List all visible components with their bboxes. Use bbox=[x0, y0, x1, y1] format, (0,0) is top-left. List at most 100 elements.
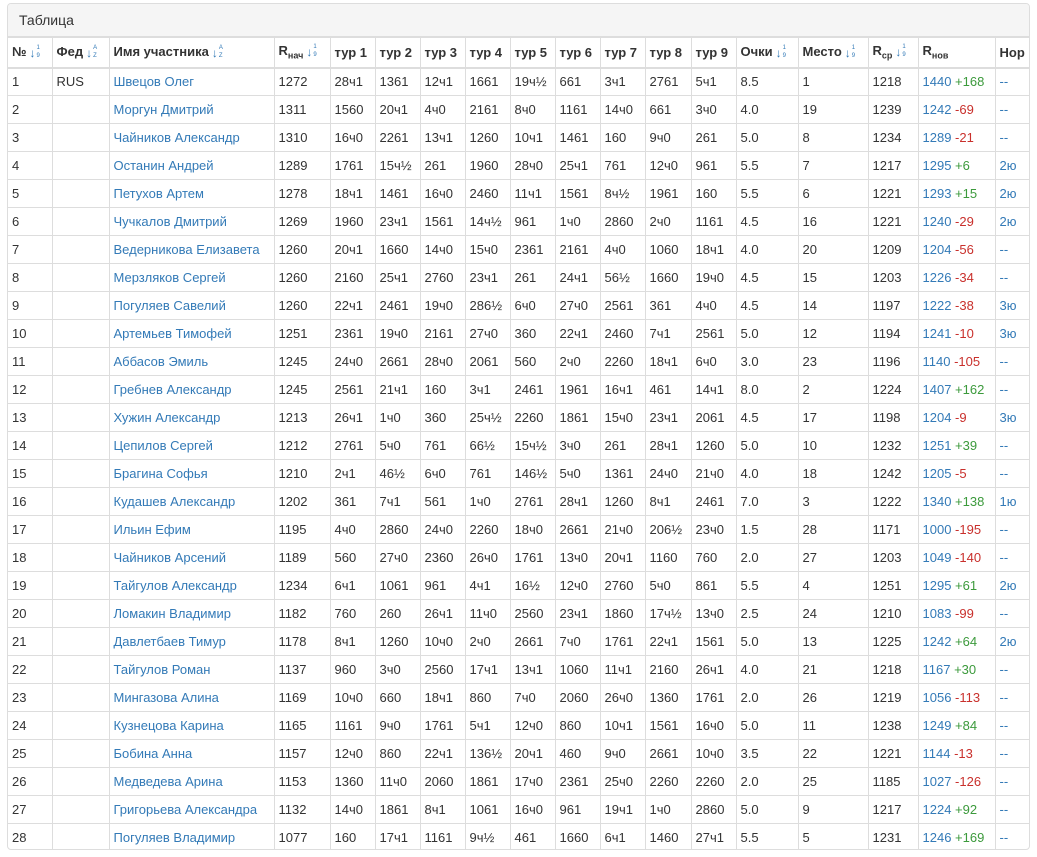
rating-new-value[interactable]: 1340 bbox=[923, 494, 952, 509]
rating-new-value[interactable]: 1027 bbox=[923, 774, 952, 789]
norm-link[interactable]: 1ю bbox=[1000, 494, 1017, 509]
column-header-ravg[interactable]: Rср ↓ 1 9 bbox=[867, 37, 919, 69]
rating-new-value[interactable]: 1000 bbox=[923, 522, 952, 537]
rating-new-value[interactable]: 1242 bbox=[923, 102, 952, 117]
norm-link[interactable]: -- bbox=[1000, 102, 1009, 117]
cell-player-name-link[interactable]: Ведерникова Елизавета bbox=[114, 242, 260, 257]
norm-link[interactable]: 2ю bbox=[1000, 214, 1017, 229]
norm-link[interactable]: -- bbox=[1000, 382, 1009, 397]
norm-link[interactable]: -- bbox=[1000, 718, 1009, 733]
cell-player-name-link[interactable]: Петухов Артем bbox=[114, 186, 204, 201]
cell-player-name-link[interactable]: Мингазова Алина bbox=[114, 690, 219, 705]
norm-link[interactable]: 3ю bbox=[1000, 410, 1017, 425]
cell-player-name-link[interactable]: Цепилов Сергей bbox=[114, 438, 213, 453]
rating-new-value[interactable]: 1251 bbox=[923, 438, 952, 453]
norm-link[interactable]: -- bbox=[1000, 830, 1009, 845]
norm-link[interactable]: -- bbox=[1000, 74, 1009, 89]
norm-link[interactable]: -- bbox=[1000, 270, 1009, 285]
rating-new-value[interactable]: 1240 bbox=[923, 214, 952, 229]
column-header-points[interactable]: Очки ↓ 1 9 bbox=[735, 37, 799, 69]
norm-link[interactable]: -- bbox=[1000, 606, 1009, 621]
rating-new-value[interactable]: 1204 bbox=[923, 242, 952, 257]
norm-link[interactable]: -- bbox=[1000, 746, 1009, 761]
rating-new-value[interactable]: 1056 bbox=[923, 690, 952, 705]
cell-player-name-link[interactable]: Гребнев Александр bbox=[114, 382, 232, 397]
norm-link[interactable]: 2ю bbox=[1000, 634, 1017, 649]
rating-new-value[interactable]: 1204 bbox=[923, 410, 952, 425]
rating-new-value[interactable]: 1226 bbox=[923, 270, 952, 285]
cell-player-name-link[interactable]: Медведева Арина bbox=[114, 774, 223, 789]
norm-link[interactable]: 2ю bbox=[1000, 186, 1017, 201]
rating-new-value[interactable]: 1140 bbox=[923, 354, 951, 369]
rating-new-value[interactable]: 1242 bbox=[923, 634, 952, 649]
cell-player-name-link[interactable]: Мерзляков Сергей bbox=[114, 270, 226, 285]
cell-player-name-link[interactable]: Чайников Арсений bbox=[114, 550, 227, 565]
cell-player-name-link[interactable]: Чайников Александр bbox=[114, 130, 240, 145]
norm-link[interactable]: -- bbox=[1000, 466, 1009, 481]
norm-link[interactable]: 2ю bbox=[1000, 578, 1017, 593]
norm-link[interactable]: -- bbox=[1000, 690, 1009, 705]
cell-player-name-link[interactable]: Тайгулов Александр bbox=[114, 578, 237, 593]
column-header-rstart[interactable]: Rнач ↓ 1 9 bbox=[273, 37, 331, 69]
cell-player-name-link[interactable]: Моргун Дмитрий bbox=[114, 102, 214, 117]
norm-link[interactable]: -- bbox=[1000, 438, 1009, 453]
cell-player-name-link[interactable]: Ломакин Владимир bbox=[114, 606, 231, 621]
sort-icon[interactable]: ↓ 1 9 bbox=[845, 45, 857, 60]
rating-new-value[interactable]: 1144 bbox=[923, 746, 951, 761]
column-header-name[interactable]: Имя участника ↓ A Z bbox=[108, 37, 275, 69]
cell-player-name-link[interactable]: Кузнецова Карина bbox=[114, 718, 224, 733]
sort-icon[interactable]: ↓ 1 9 bbox=[30, 45, 42, 60]
norm-link[interactable]: -- bbox=[1000, 522, 1009, 537]
cell-player-name-link[interactable]: Чучкалов Дмитрий bbox=[114, 214, 227, 229]
cell-player-name-link[interactable]: Швецов Олег bbox=[114, 74, 194, 89]
rating-delta: +61 bbox=[955, 578, 978, 593]
cell-player-name-link[interactable]: Григорьева Александра bbox=[114, 802, 258, 817]
rating-new-value[interactable]: 1083 bbox=[923, 606, 952, 621]
norm-link[interactable]: -- bbox=[1000, 802, 1009, 817]
rating-new-value[interactable]: 1249 bbox=[923, 718, 952, 733]
cell-player-name-link[interactable]: Бобина Анна bbox=[114, 746, 193, 761]
norm-link[interactable]: -- bbox=[1000, 550, 1009, 565]
cell-player-name-link[interactable]: Тайгулов Роман bbox=[114, 662, 211, 677]
cell-player-name-link[interactable]: Погуляев Владимир bbox=[114, 830, 236, 845]
rating-new-value[interactable]: 1289 bbox=[923, 130, 952, 145]
cell-player-name-link[interactable]: Кудашев Александр bbox=[114, 494, 236, 509]
sort-icon[interactable]: ↓ A Z bbox=[86, 45, 98, 60]
sort-icon[interactable]: ↓ 1 9 bbox=[776, 45, 788, 60]
cell-player-name-link[interactable]: Останин Андрей bbox=[114, 158, 214, 173]
column-header-fed[interactable]: Фед ↓ A Z bbox=[51, 37, 110, 69]
rating-new-value[interactable]: 1246 bbox=[923, 830, 952, 845]
rating-new-value[interactable]: 1167 bbox=[923, 662, 951, 677]
rating-new-value[interactable]: 1205 bbox=[923, 466, 952, 481]
rating-new-value[interactable]: 1241 bbox=[923, 326, 952, 341]
column-header-num[interactable]: № ↓ 1 9 bbox=[8, 37, 53, 69]
cell-player-name-link[interactable]: Артемьев Тимофей bbox=[114, 326, 232, 341]
rating-new-value[interactable]: 1224 bbox=[923, 802, 952, 817]
cell-player-name-link[interactable]: Аббасов Эмиль bbox=[114, 354, 209, 369]
norm-link[interactable]: -- bbox=[1000, 354, 1009, 369]
cell-player-name-link[interactable]: Ильин Ефим bbox=[114, 522, 191, 537]
cell-round-8: 2160 bbox=[644, 655, 692, 684]
norm-link[interactable]: 2ю bbox=[1000, 158, 1017, 173]
sort-icon[interactable]: ↓ 1 9 bbox=[306, 44, 318, 59]
norm-link[interactable]: -- bbox=[1000, 242, 1009, 257]
norm-link[interactable]: -- bbox=[1000, 662, 1009, 677]
column-header-place[interactable]: Место ↓ 1 9 bbox=[797, 37, 869, 69]
cell-player-name-link[interactable]: Давлетбаев Тимур bbox=[114, 634, 226, 649]
norm-link[interactable]: -- bbox=[1000, 774, 1009, 789]
norm-link[interactable]: 3ю bbox=[1000, 326, 1017, 341]
cell-player-name-link[interactable]: Брагина Софья bbox=[114, 466, 208, 481]
rating-new-value[interactable]: 1295 bbox=[923, 578, 952, 593]
rating-new-value[interactable]: 1293 bbox=[923, 186, 952, 201]
sort-icon[interactable]: ↓ A Z bbox=[212, 45, 224, 60]
cell-player-name-link[interactable]: Хужин Александр bbox=[114, 410, 221, 425]
cell-player-name-link[interactable]: Погуляев Савелий bbox=[114, 298, 226, 313]
rating-new-value[interactable]: 1295 bbox=[923, 158, 952, 173]
rating-new-value[interactable]: 1407 bbox=[923, 382, 952, 397]
rating-new-value[interactable]: 1222 bbox=[923, 298, 952, 313]
norm-link[interactable]: 3ю bbox=[1000, 298, 1017, 313]
sort-icon[interactable]: ↓ 1 9 bbox=[895, 44, 907, 59]
rating-new-value[interactable]: 1049 bbox=[923, 550, 952, 565]
rating-new-value[interactable]: 1440 bbox=[923, 74, 952, 89]
norm-link[interactable]: -- bbox=[1000, 130, 1009, 145]
